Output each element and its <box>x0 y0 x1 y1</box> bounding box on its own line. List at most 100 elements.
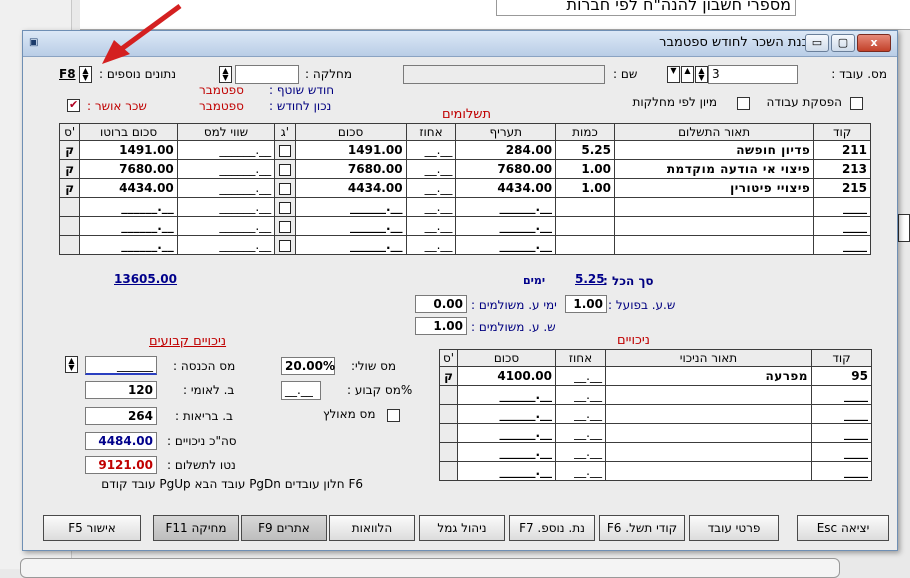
deduction-desc-cell[interactable] <box>605 404 812 424</box>
payment-amount-cell[interactable]: ______.__ <box>294 235 407 255</box>
payment-qty-cell[interactable] <box>555 216 615 236</box>
deduction-pct-cell[interactable]: __.__ <box>555 404 606 424</box>
deduction-code-cell[interactable]: ____ <box>811 461 872 481</box>
deduction-desc-cell[interactable] <box>605 461 812 481</box>
payment-pct-cell[interactable]: __.__ <box>405 216 457 236</box>
payment-rate-cell[interactable]: 7680.00 <box>455 159 557 179</box>
payment-code-cell[interactable]: ____ <box>813 197 871 217</box>
payment-pct-cell[interactable]: __.__ <box>405 140 457 160</box>
deduction-amount-cell[interactable]: ______.__ <box>457 461 556 481</box>
payment-code-cell[interactable]: ____ <box>813 235 871 255</box>
payment-gross-cell[interactable]: 4434.00 <box>79 178 178 198</box>
exit-button[interactable]: יציאה Esc <box>797 515 889 541</box>
deduction-desc-cell[interactable]: מפרעה <box>605 366 812 386</box>
deduction-mark-cell[interactable] <box>439 442 458 462</box>
income-tax-field[interactable]: ______ <box>85 356 157 375</box>
sort-by-dept-checkbox[interactable] <box>737 97 750 110</box>
deduction-amount-cell[interactable]: 4100.00 <box>457 366 556 386</box>
deduction-row[interactable]: ______.__ __.__ ____ <box>439 461 872 481</box>
g-checkbox-icon[interactable] <box>278 163 291 176</box>
department-field[interactable] <box>235 65 299 84</box>
payment-code-cell[interactable]: 213 <box>813 159 871 179</box>
deduction-desc-cell[interactable] <box>605 385 812 405</box>
accum-tax-checkbox[interactable] <box>387 409 400 422</box>
deduction-code-cell[interactable]: ____ <box>811 423 872 443</box>
payment-g-checkbox[interactable] <box>274 178 296 198</box>
payment-amount-cell[interactable]: 4434.00 <box>294 178 407 198</box>
payment-row[interactable]: ק 1491.00 ______.__ 1491.00 __.__ 284.00 5.25 פ… <box>58 140 871 160</box>
extra-data-key[interactable]: F8 <box>59 67 76 81</box>
payment-rate-cell[interactable]: ______.__ <box>455 216 557 236</box>
approve-button[interactable]: אישור F5 <box>43 515 141 541</box>
payment-desc-cell[interactable]: פיצויי פיטורין <box>613 178 815 198</box>
payment-qty-cell[interactable] <box>555 197 615 217</box>
employee-no-field[interactable]: 3 <box>708 65 798 84</box>
payment-desc-cell[interactable]: פיצוי אי הודעה מוקדמת <box>613 159 815 179</box>
payment-qty-cell[interactable]: 1.00 <box>555 178 615 198</box>
provident-button[interactable]: ניהול גמל <box>419 515 505 541</box>
actual-hours-field[interactable]: 1.00 <box>565 295 607 313</box>
payment-mark-cell[interactable] <box>58 197 81 217</box>
deduction-mark-cell[interactable] <box>439 423 458 443</box>
payment-gross-cell[interactable]: 7680.00 <box>79 159 178 179</box>
deduction-row[interactable]: ק 4100.00 __.__ מפרעה 95 <box>439 366 872 386</box>
employee-spin-icon[interactable]: ▲ ▼ <box>695 66 708 83</box>
payment-g-checkbox[interactable] <box>274 197 296 217</box>
payment-row[interactable]: ______.__ ______.__ ______.__ __.__ ______._… <box>58 197 871 217</box>
payment-row[interactable]: ק 4434.00 ______.__ 4434.00 __.__ 4434.00 1.00… <box>58 178 871 198</box>
payment-rate-cell[interactable]: ______.__ <box>455 197 557 217</box>
payment-row[interactable]: ק 7680.00 ______.__ 7680.00 __.__ 7680.00 1.00… <box>58 159 871 179</box>
payment-desc-cell[interactable] <box>613 216 815 236</box>
payment-amount-cell[interactable]: 7680.00 <box>294 159 407 179</box>
payment-desc-cell[interactable] <box>613 235 815 255</box>
payment-qty-cell[interactable]: 5.25 <box>555 140 615 160</box>
pay-codes-button[interactable]: קודי תשל. F6 <box>599 515 685 541</box>
payment-taxval-cell[interactable]: ______.__ <box>176 235 276 255</box>
payment-pct-cell[interactable]: __.__ <box>405 235 457 255</box>
g-checkbox-icon[interactable] <box>278 220 291 233</box>
payment-row[interactable]: ______.__ ______.__ ______.__ __.__ ______._… <box>58 235 871 255</box>
payment-code-cell[interactable]: 211 <box>813 140 871 160</box>
deduction-amount-cell[interactable]: ______.__ <box>457 385 556 405</box>
deduction-code-cell[interactable]: 95 <box>811 366 872 386</box>
deduction-mark-cell[interactable] <box>439 404 458 424</box>
payment-taxval-cell[interactable]: ______.__ <box>176 216 276 236</box>
income-tax-spin-icon[interactable]: ▲ ▼ <box>65 356 78 373</box>
department-spin-icon[interactable]: ▲ ▼ <box>219 66 232 83</box>
g-checkbox-icon[interactable] <box>278 144 291 157</box>
deduction-amount-cell[interactable]: ______.__ <box>457 442 556 462</box>
payment-rate-cell[interactable]: 4434.00 <box>455 178 557 198</box>
payment-mark-cell[interactable] <box>58 216 81 236</box>
deduction-row[interactable]: ______.__ __.__ ____ <box>439 404 872 424</box>
deduction-code-cell[interactable]: ____ <box>811 442 872 462</box>
payment-gross-cell[interactable]: ______.__ <box>79 235 178 255</box>
payment-amount-cell[interactable]: 1491.00 <box>294 140 407 160</box>
deduction-mark-cell[interactable]: ק <box>439 366 458 386</box>
payment-qty-cell[interactable] <box>555 235 615 255</box>
fixed-tax-field[interactable]: __.__ <box>281 381 321 400</box>
employee-up-icon[interactable]: ▲ <box>681 66 694 83</box>
payment-gross-cell[interactable]: 1491.00 <box>79 140 178 160</box>
deduction-pct-cell[interactable]: __.__ <box>555 366 606 386</box>
payment-g-checkbox[interactable] <box>274 140 296 160</box>
deduction-row[interactable]: ______.__ __.__ ____ <box>439 442 872 462</box>
payment-g-checkbox[interactable] <box>274 159 296 179</box>
paid-days-field[interactable]: 0.00 <box>415 295 467 313</box>
close-button[interactable]: x <box>857 34 891 52</box>
approved-salary-checkbox[interactable] <box>67 99 80 112</box>
deduction-row[interactable]: ______.__ __.__ ____ <box>439 385 872 405</box>
deduction-code-cell[interactable]: ____ <box>811 385 872 405</box>
payment-amount-cell[interactable]: ______.__ <box>294 216 407 236</box>
deduction-amount-cell[interactable]: ______.__ <box>457 423 556 443</box>
payment-pct-cell[interactable]: __.__ <box>405 178 457 198</box>
deduction-amount-cell[interactable]: ______.__ <box>457 404 556 424</box>
payment-taxval-cell[interactable]: ______.__ <box>176 197 276 217</box>
deduction-row[interactable]: ______.__ __.__ ____ <box>439 423 872 443</box>
payment-code-cell[interactable]: 215 <box>813 178 871 198</box>
minimize-button[interactable]: ▭ <box>805 34 829 52</box>
payment-code-cell[interactable]: ____ <box>813 216 871 236</box>
alerts-button[interactable]: אתרים F9 <box>241 515 327 541</box>
deduction-pct-cell[interactable]: __.__ <box>555 385 606 405</box>
maximize-button[interactable]: ▢ <box>831 34 855 52</box>
payment-gross-cell[interactable]: ______.__ <box>79 197 178 217</box>
